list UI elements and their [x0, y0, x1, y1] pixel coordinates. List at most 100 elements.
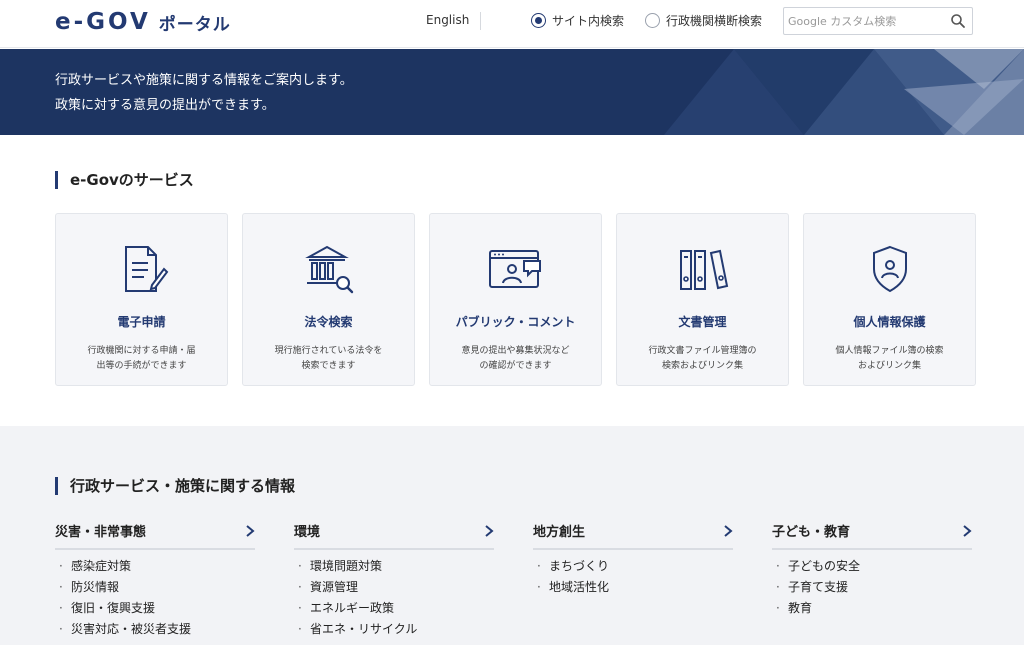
list-item-label: 子育て支援	[788, 580, 849, 594]
radio-gov-search-dot[interactable]	[645, 13, 660, 28]
hero-triangle-pattern	[664, 49, 1024, 135]
column-header[interactable]: 地方創生	[533, 521, 733, 550]
card-desc-line: 検索およびリンク集	[661, 361, 743, 371]
list-item-label: 防災情報	[71, 580, 120, 594]
header-divider	[480, 12, 481, 30]
column-title: 地方創生	[533, 525, 586, 540]
list-item-label: まちづくり	[549, 559, 610, 573]
chevron-right-icon[interactable]	[962, 524, 972, 537]
column-list: · 感染症対策 · 防災情報 · 復旧・復興支援 · 災害対応・被災者支援	[55, 556, 255, 640]
list-item-label: 資源管理	[310, 580, 359, 594]
list-item[interactable]: · 子育て支援	[772, 577, 972, 598]
card-desc-line: 意見の提出や募集状況など	[461, 346, 570, 356]
list-item[interactable]: · エネルギー政策	[294, 598, 494, 619]
list-item[interactable]: · 省エネ・リサイクル	[294, 619, 494, 640]
card-desc-line: およびリンク集	[857, 361, 921, 371]
card-title: 個人情報保護	[853, 315, 926, 329]
column-header[interactable]: 環境	[294, 521, 494, 550]
card-desc-line: 現行施行されている法令を	[274, 346, 383, 356]
column-title: 環境	[294, 525, 321, 540]
header: e-GOV ポータル English サイト内検索 行政機関横断検索	[0, 0, 1024, 48]
card-desc-line: 行政文書ファイル管理簿の	[648, 346, 757, 356]
list-item-label: 環境問題対策	[310, 559, 383, 573]
card-desc-line: 出等の手続ができます	[96, 361, 187, 371]
radio-gov-search[interactable]: 行政機関横断検索	[645, 12, 762, 29]
list-item[interactable]: · 復旧・復興支援	[55, 598, 255, 619]
info-section: 行政サービス・施策に関する情報 災害・非常事態 · 感染症対策 · 防災情報 · 復旧…	[0, 426, 1024, 645]
column-header[interactable]: 災害・非常事態	[55, 521, 255, 550]
list-item[interactable]: · 資源管理	[294, 577, 494, 598]
list-item[interactable]: · 災害対応・被災者支援	[55, 619, 255, 640]
card-public-comment[interactable]: パブリック・コメント 意見の提出や募集状況など の確認ができます	[429, 213, 602, 386]
info-column-regional: 地方創生 · まちづくり · 地域活性化	[533, 521, 733, 640]
list-item-label: 教育	[788, 601, 813, 615]
card-title: 電子申請	[117, 315, 166, 329]
hero-banner: 行政サービスや施策に関する情報をご案内します。 政策に対する意見の提出ができます…	[0, 49, 1024, 135]
logo-subtitle: ポータル	[158, 14, 231, 35]
service-cards: 電子申請 行政機関に対する申請・届 出等の手続ができます 法令検索 現行施行され…	[55, 213, 976, 386]
column-list: · まちづくり · 地域活性化	[533, 556, 733, 598]
info-column-environment: 環境 · 環境問題対策 · 資源管理 · エネルギー政策 · 省エネ・リサイクル	[294, 521, 494, 640]
card-document-management[interactable]: 文書管理 行政文書ファイル管理簿の 検索およびリンク集	[616, 213, 789, 386]
list-item[interactable]: · 教育	[772, 598, 972, 619]
list-item-label: 災害対応・被災者支援	[71, 622, 192, 636]
hero-text: 行政サービスや施策に関する情報をご案内します。 政策に対する意見の提出ができます…	[55, 68, 353, 118]
hero-line-2: 政策に対する意見の提出ができます。	[55, 98, 275, 113]
column-header[interactable]: 子ども・教育	[772, 521, 972, 550]
services-title: e-Govのサービス	[55, 169, 194, 190]
search-icon[interactable]	[950, 13, 966, 29]
binders-icon	[679, 249, 728, 290]
logo-text: e-GOV	[55, 9, 151, 35]
card-law-search[interactable]: 法令検索 現行施行されている法令を 検索できます	[242, 213, 415, 386]
column-title: 子ども・教育	[772, 525, 851, 540]
browser-comment-icon	[488, 250, 541, 288]
card-privacy-protection[interactable]: 個人情報保護 個人情報ファイル簿の検索 およびリンク集	[803, 213, 976, 386]
list-item[interactable]: · 環境問題対策	[294, 556, 494, 577]
radio-gov-search-label: 行政機関横断検索	[666, 14, 763, 28]
info-column-children: 子ども・教育 · 子どもの安全 · 子育て支援 · 教育	[772, 521, 972, 640]
list-item-label: 地域活性化	[549, 580, 610, 594]
column-title: 災害・非常事態	[55, 525, 147, 540]
column-list: · 環境問題対策 · 資源管理 · エネルギー政策 · 省エネ・リサイクル	[294, 556, 494, 640]
list-item[interactable]: · 防災情報	[55, 577, 255, 598]
card-desc: 個人情報ファイル簿の検索 およびリンク集	[822, 344, 957, 374]
chevron-right-icon[interactable]	[484, 524, 494, 537]
building-search-icon	[304, 245, 353, 294]
list-item-label: 復旧・復興支援	[71, 601, 156, 615]
english-link[interactable]: English	[426, 13, 469, 27]
search-input[interactable]	[788, 10, 938, 32]
radio-site-search-label: サイト内検索	[552, 14, 625, 28]
info-column-disaster: 災害・非常事態 · 感染症対策 · 防災情報 · 復旧・復興支援 · 災害対応・被災者支…	[55, 521, 255, 640]
radio-site-search[interactable]: サイト内検索	[531, 12, 624, 29]
logo[interactable]: e-GOV ポータル	[55, 9, 231, 35]
chevron-right-icon[interactable]	[245, 524, 255, 537]
card-title: パブリック・コメント	[455, 315, 576, 329]
list-item-label: 省エネ・リサイクル	[310, 622, 418, 636]
list-item[interactable]: · 子どもの安全	[772, 556, 972, 577]
shield-person-icon	[872, 245, 907, 293]
card-e-application[interactable]: 電子申請 行政機関に対する申請・届 出等の手続ができます	[55, 213, 228, 386]
info-title: 行政サービス・施策に関する情報	[55, 475, 295, 496]
list-item[interactable]: · まちづくり	[533, 556, 733, 577]
card-desc-line: 行政機関に対する申請・届	[87, 346, 196, 356]
document-pen-icon	[124, 246, 168, 292]
card-desc: 現行施行されている法令を 検索できます	[261, 344, 396, 374]
card-title: 文書管理	[678, 315, 727, 329]
list-item[interactable]: · 地域活性化	[533, 577, 733, 598]
list-item-label: エネルギー政策	[310, 601, 395, 615]
list-item[interactable]: · 感染症対策	[55, 556, 255, 577]
search-box	[783, 7, 973, 35]
chevron-right-icon[interactable]	[723, 524, 733, 537]
info-columns: 災害・非常事態 · 感染症対策 · 防災情報 · 復旧・復興支援 · 災害対応・被災者支…	[55, 521, 972, 640]
card-desc-line: 検索できます	[301, 361, 356, 371]
card-title: 法令検索	[304, 315, 353, 329]
card-desc-line: 個人情報ファイル簿の検索	[835, 346, 944, 356]
list-item-label: 子どもの安全	[788, 559, 861, 573]
radio-site-search-dot[interactable]	[531, 13, 546, 28]
card-desc: 行政機関に対する申請・届 出等の手続ができます	[74, 344, 209, 374]
card-desc: 行政文書ファイル管理簿の 検索およびリンク集	[635, 344, 770, 374]
hero-line-1: 行政サービスや施策に関する情報をご案内します。	[55, 73, 353, 88]
card-desc: 意見の提出や募集状況など の確認ができます	[448, 344, 583, 374]
card-desc-line: の確認ができます	[479, 361, 552, 371]
list-item-label: 感染症対策	[71, 559, 132, 573]
